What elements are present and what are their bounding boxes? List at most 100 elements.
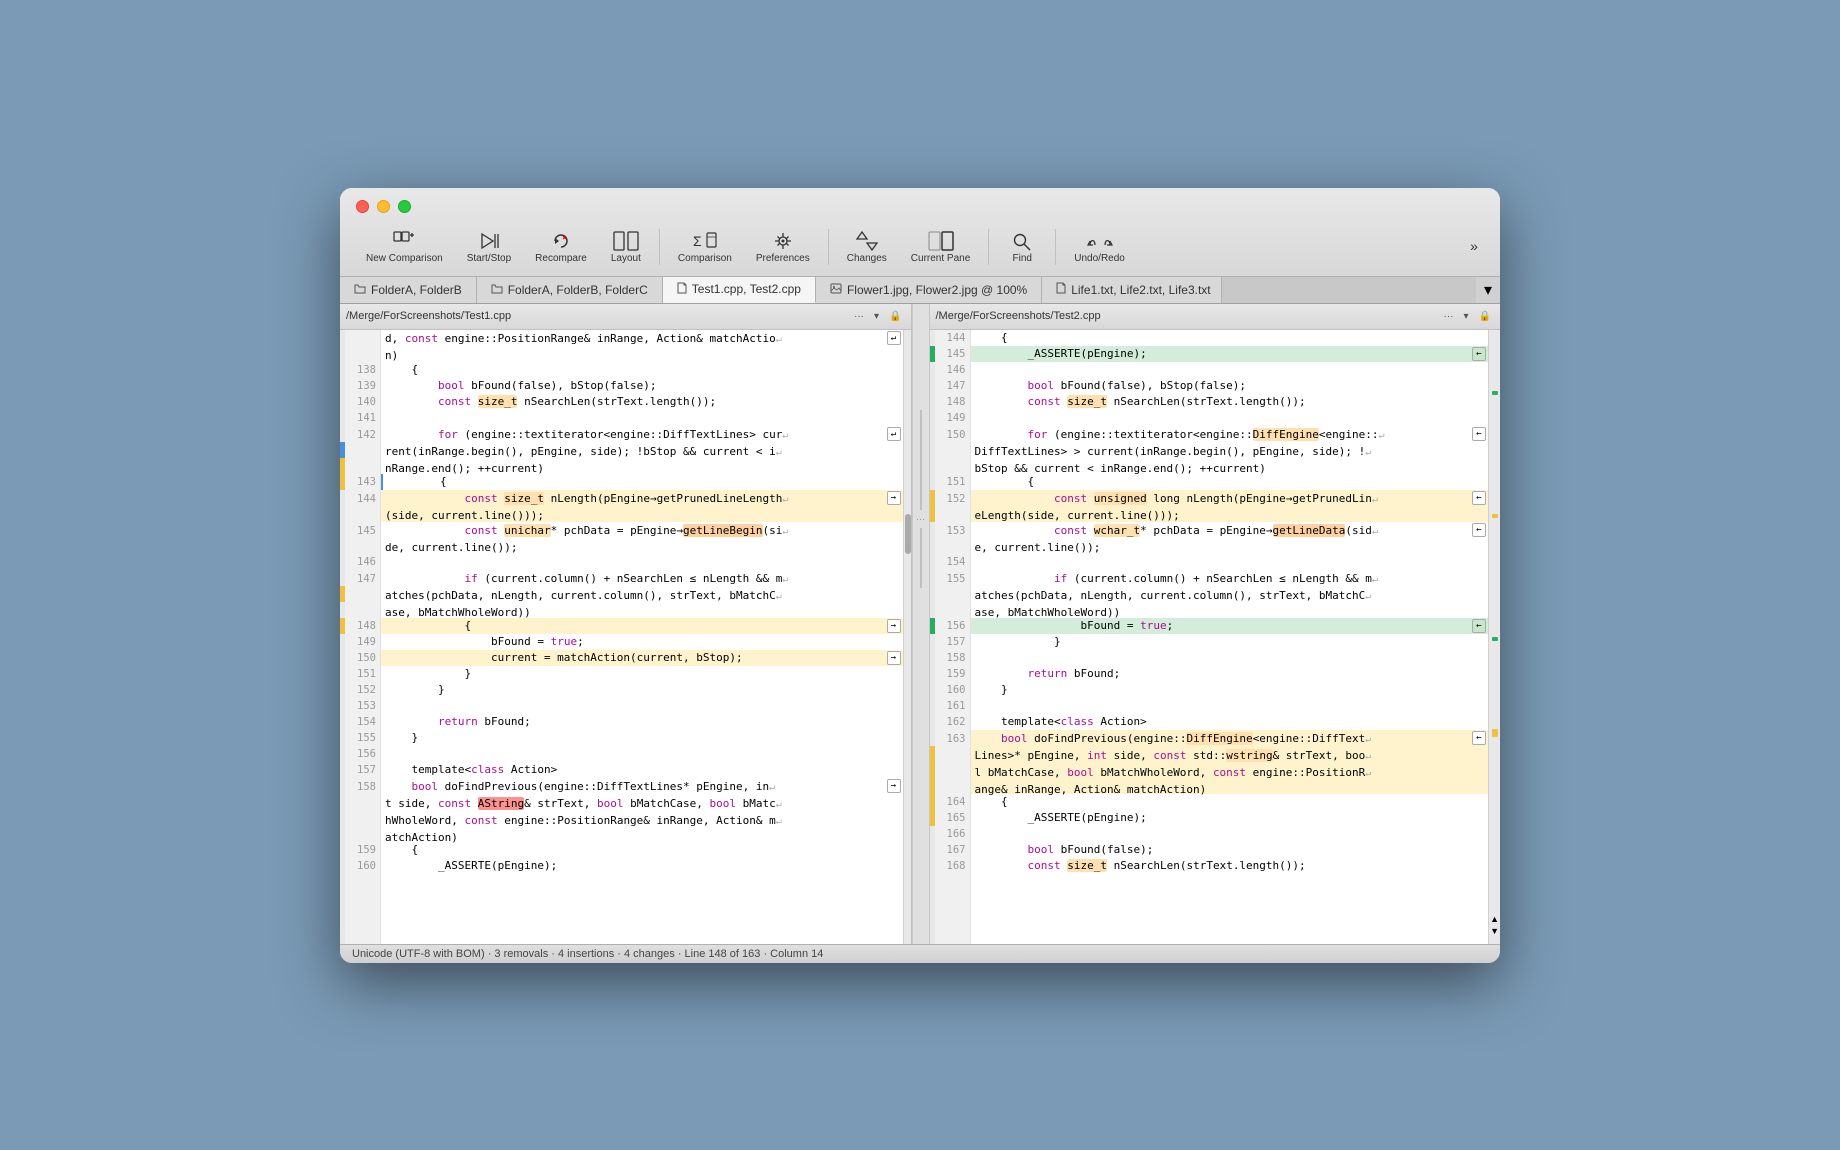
code-line xyxy=(381,698,903,714)
code-line-r144: { xyxy=(971,330,1489,346)
left-pane-header: /Merge/ForScreenshots/Test1.cpp ··· ▾ 🔒 xyxy=(340,304,911,330)
current-pane-label: Current Pane xyxy=(911,253,970,264)
scroll-down-btn[interactable]: ▼ xyxy=(1490,926,1499,936)
left-scrollbar-thumb[interactable] xyxy=(905,514,911,554)
tab-label-5: Life1.txt, Life2.txt, Life3.txt xyxy=(1071,283,1210,297)
layout-label: Layout xyxy=(611,253,641,264)
titlebar: New Comparison Start/Stop Recompare xyxy=(340,188,1500,277)
undo-redo-label: Undo/Redo xyxy=(1074,253,1125,264)
code-line-r167: bool bFound(false); xyxy=(971,842,1489,858)
right-scrollbar-area: ▲ ▼ xyxy=(1488,330,1500,944)
changes-icon xyxy=(854,231,880,251)
code-line-145: const unichar* pchData = pEngine→getLine… xyxy=(381,522,903,554)
changes-label: Changes xyxy=(847,253,887,264)
code-line-r148: const size_t nSearchLen(strText.length()… xyxy=(971,394,1489,410)
tab-photo-icon xyxy=(830,283,842,297)
line-150-arrow[interactable]: → xyxy=(887,651,901,665)
code-line-147: if (current.column() + nSearchLen ≤ nLen… xyxy=(381,570,903,618)
code-line-r166 xyxy=(971,826,1489,842)
comparison-button[interactable]: Σ Comparison xyxy=(668,227,742,268)
code-line-158: bool doFindPrevious(engine::DiffTextLine… xyxy=(381,778,903,842)
scroll-marker-yellow-1 xyxy=(1492,514,1498,518)
maximize-button[interactable] xyxy=(398,200,411,213)
line-wrap-arrow[interactable]: ↵ xyxy=(887,331,901,345)
start-stop-button[interactable]: Start/Stop xyxy=(457,227,521,268)
right-pane-dots[interactable]: ··· xyxy=(1441,310,1457,323)
left-pane-dots[interactable]: ··· xyxy=(851,310,867,323)
left-code-lines: d, const engine::PositionRange& inRange,… xyxy=(381,330,903,944)
tab-folder-abc[interactable]: FolderA, FolderB, FolderC xyxy=(477,277,663,303)
code-line-144: const size_t nLength(pEngine→getPrunedLi… xyxy=(381,490,903,522)
layout-icon xyxy=(613,231,639,251)
changes-button[interactable]: Changes xyxy=(837,227,897,268)
right-pane-header: /Merge/ForScreenshots/Test2.cpp ··· ▾ 🔒 xyxy=(930,304,1501,330)
code-line-r152: const unsigned long nLength(pEngine→getP… xyxy=(971,490,1489,522)
left-pane-sync[interactable]: 🔒 xyxy=(886,310,904,323)
left-scrollbar[interactable] xyxy=(903,330,911,944)
tab-folder-icon xyxy=(354,283,366,297)
new-comparison-button[interactable]: New Comparison xyxy=(356,227,453,268)
left-line-numbers: 138 139 140 141 142 143 144 145 146 147 … xyxy=(345,330,381,944)
minimize-button[interactable] xyxy=(377,200,390,213)
code-line: } xyxy=(381,682,903,698)
code-line: } xyxy=(381,666,903,682)
right-pane-path: /Merge/ForScreenshots/Test2.cpp xyxy=(936,310,1441,322)
more-button[interactable]: » xyxy=(1464,234,1484,260)
code-line-r155: if (current.column() + nSearchLen ≤ nLen… xyxy=(971,570,1489,618)
pane-divider: ··· xyxy=(912,304,930,944)
left-pane: /Merge/ForScreenshots/Test1.cpp ··· ▾ 🔒 xyxy=(340,304,912,944)
code-line: _ASSERTE(pEngine); xyxy=(381,858,903,874)
layout-button[interactable]: Layout xyxy=(601,227,651,268)
current-pane-button[interactable]: Current Pane xyxy=(901,227,980,268)
tab-label-3: Test1.cpp, Test2.cpp xyxy=(692,282,801,296)
code-line-r157: } xyxy=(971,634,1489,650)
dots-button[interactable]: ··· xyxy=(916,514,925,524)
code-line: d, const engine::PositionRange& inRange,… xyxy=(381,330,903,362)
preferences-button[interactable]: Preferences xyxy=(746,227,820,268)
code-line-r150: for (engine::textiterator<engine::DiffEn… xyxy=(971,426,1489,474)
status-bar: Unicode (UTF-8 with BOM) · 3 removals · … xyxy=(340,944,1500,963)
r153-arrow[interactable]: ← xyxy=(1472,523,1486,537)
tab-life-txt[interactable]: Life1.txt, Life2.txt, Life3.txt xyxy=(1042,277,1222,303)
scroll-up-btn[interactable]: ▲ xyxy=(1490,914,1499,924)
line-144-arrow[interactable]: → xyxy=(887,491,901,505)
r152-arrow[interactable]: ← xyxy=(1472,491,1486,505)
recompare-button[interactable]: Recompare xyxy=(525,227,597,268)
code-line-150: current = matchAction(current, bStop); → xyxy=(381,650,903,666)
code-line-r145: _ASSERTE(pEngine); ← xyxy=(971,346,1489,362)
code-line-r158 xyxy=(971,650,1489,666)
left-pane-dropdown[interactable]: ▾ xyxy=(871,310,882,323)
tab-folder-ab[interactable]: FolderA, FolderB xyxy=(340,277,477,303)
app-window: New Comparison Start/Stop Recompare xyxy=(340,188,1500,963)
r145-arrow[interactable]: ← xyxy=(1472,347,1486,361)
right-pane: /Merge/ForScreenshots/Test2.cpp ··· ▾ 🔒 xyxy=(930,304,1501,944)
code-line xyxy=(381,410,903,426)
right-pane-dropdown[interactable]: ▾ xyxy=(1461,310,1472,323)
line-158-arrow[interactable]: → xyxy=(887,779,901,793)
r150-arrow[interactable]: ← xyxy=(1472,427,1486,441)
code-line xyxy=(381,554,903,570)
line-wrap-arrow-142[interactable]: ↵ xyxy=(887,427,901,441)
recompare-icon xyxy=(551,231,571,251)
code-line-r154 xyxy=(971,554,1489,570)
right-code-lines: { _ASSERTE(pEngine); ← bool bFound(false… xyxy=(971,330,1489,944)
code-line-r147: bool bFound(false), bStop(false); xyxy=(971,378,1489,394)
code-line-r146 xyxy=(971,362,1489,378)
code-line-r161 xyxy=(971,698,1489,714)
r156-arrow[interactable]: ← xyxy=(1472,619,1486,633)
recompare-label: Recompare xyxy=(535,253,587,264)
tab-label: FolderA, FolderB xyxy=(371,283,462,297)
tab-label-4: Flower1.jpg, Flower2.jpg @ 100% xyxy=(847,283,1027,297)
tabs-overflow-button[interactable]: ▾ xyxy=(1476,277,1500,303)
right-pane-sync[interactable]: 🔒 xyxy=(1476,310,1494,323)
tab-test-cpp[interactable]: Test1.cpp, Test2.cpp xyxy=(663,277,816,303)
line-148-arrow[interactable]: → xyxy=(887,619,901,633)
undo-redo-button[interactable]: Undo/Redo xyxy=(1064,227,1135,268)
find-button[interactable]: Find xyxy=(997,227,1047,268)
close-button[interactable] xyxy=(356,200,369,213)
toolbar-sep-3 xyxy=(988,229,989,265)
r163-arrow[interactable]: ← xyxy=(1472,731,1486,745)
tab-file-icon xyxy=(677,282,687,297)
right-pane-controls: ··· ▾ 🔒 xyxy=(1441,310,1494,323)
tab-flower-jpg[interactable]: Flower1.jpg, Flower2.jpg @ 100% xyxy=(816,277,1042,303)
